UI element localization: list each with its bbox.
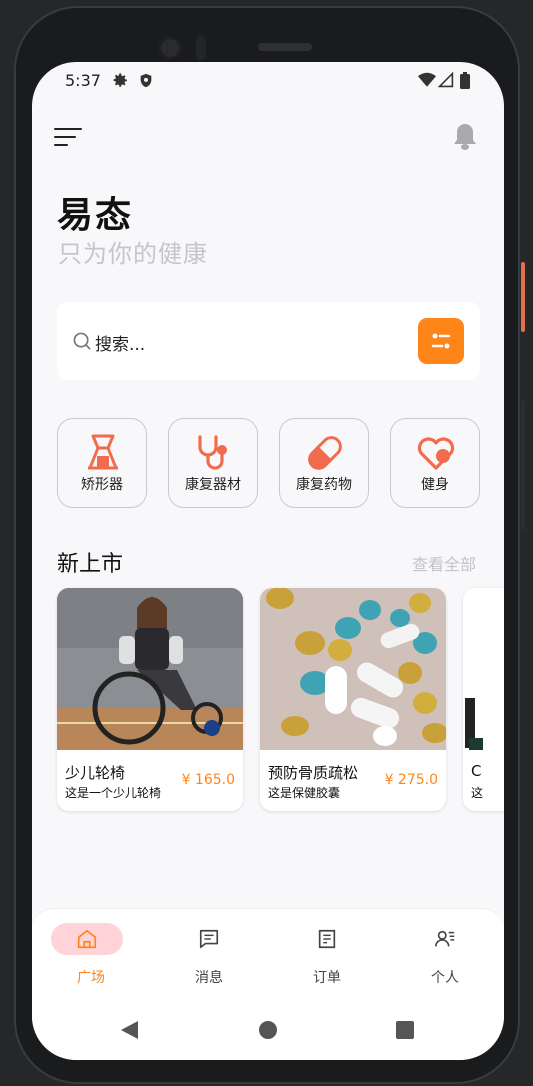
heart-icon <box>416 433 456 473</box>
system-nav-bar <box>32 990 504 1060</box>
bell-icon[interactable] <box>452 122 478 152</box>
volume-button[interactable] <box>521 400 525 530</box>
product-price: ¥ 275.0 <box>384 772 438 788</box>
nav-label: 订单 <box>313 970 341 986</box>
menu-icon <box>54 128 82 130</box>
back-icon[interactable] <box>120 1020 140 1044</box>
page-title: 易态 <box>57 195 134 236</box>
nav-label: 广场 <box>77 970 105 986</box>
message-icon <box>186 923 232 955</box>
category-rehab-medicine[interactable]: 康复药物 <box>279 418 369 508</box>
product-card[interactable]: 少儿轮椅 这是一个少儿轮椅 ¥ 165.0 <box>57 588 243 811</box>
menu-line <box>54 144 68 146</box>
product-image-wheelchair <box>57 588 243 750</box>
product-name: 预防骨质疏松 <box>268 764 359 782</box>
home-circle-icon[interactable] <box>259 1021 277 1043</box>
nav-label: 个人 <box>431 970 459 986</box>
category-rehab-equipment[interactable]: 康复器材 <box>168 418 258 508</box>
sensor <box>196 36 206 60</box>
battery-icon <box>460 72 470 93</box>
nav-orders[interactable]: 订单 <box>268 909 386 991</box>
menu-line <box>54 136 76 138</box>
product-name: 少儿轮椅 <box>65 764 126 782</box>
product-desc: 这是保健胶囊 <box>268 786 341 800</box>
status-bar: 5:37 <box>32 62 504 100</box>
nav-home[interactable]: 广场 <box>32 909 150 991</box>
order-icon <box>304 923 350 955</box>
recents-icon[interactable] <box>396 1021 414 1043</box>
front-camera <box>158 36 182 60</box>
page-subtitle: 只为你的健康 <box>58 240 208 268</box>
signal-icon <box>437 71 454 92</box>
settings-icon <box>112 72 129 93</box>
product-desc: 这是一个少儿轮椅 <box>65 786 162 800</box>
stethoscope-icon <box>194 433 234 473</box>
section-title: 新上市 <box>57 552 124 577</box>
bottom-nav: 广场 消息 订单 个人 <box>32 908 504 990</box>
app-screen: 5:37 易态 只为你的健康 搜索... 矫形器 康复器材 康复药物 健身 新上… <box>32 62 504 1060</box>
product-desc: 这 <box>471 786 484 800</box>
product-image-partial <box>463 588 504 750</box>
status-time: 5:37 <box>65 71 101 90</box>
filter-button[interactable] <box>418 318 464 364</box>
category-fitness[interactable]: 健身 <box>390 418 480 508</box>
pill-icon <box>305 433 345 473</box>
nav-label: 消息 <box>195 970 223 986</box>
product-price: ¥ 165.0 <box>181 772 235 788</box>
power-button[interactable] <box>521 262 525 332</box>
shield-icon <box>138 72 154 93</box>
search-icon <box>73 332 92 355</box>
menu-button[interactable] <box>54 128 86 148</box>
orthosis-icon <box>83 433 123 473</box>
wifi-icon <box>418 72 436 92</box>
filter-icon <box>431 333 451 349</box>
search-bar[interactable]: 搜索... <box>57 302 480 380</box>
category-label: 健身 <box>421 477 449 493</box>
category-label: 矫形器 <box>81 477 123 493</box>
product-card[interactable]: C 这 <box>463 588 504 811</box>
category-orthosis[interactable]: 矫形器 <box>57 418 147 508</box>
nav-profile[interactable]: 个人 <box>386 909 504 991</box>
product-name: C <box>471 762 482 780</box>
view-all-link[interactable]: 查看全部 <box>412 551 476 575</box>
search-input[interactable]: 搜索... <box>95 330 145 355</box>
product-card[interactable]: 预防骨质疏松 这是保健胶囊 ¥ 275.0 <box>260 588 446 811</box>
home-icon <box>51 923 123 955</box>
profile-icon <box>422 923 468 955</box>
nav-messages[interactable]: 消息 <box>150 909 268 991</box>
product-image-capsules <box>260 588 446 750</box>
category-label: 康复器材 <box>185 477 241 493</box>
earpiece-speaker <box>258 43 312 51</box>
category-label: 康复药物 <box>296 477 352 493</box>
